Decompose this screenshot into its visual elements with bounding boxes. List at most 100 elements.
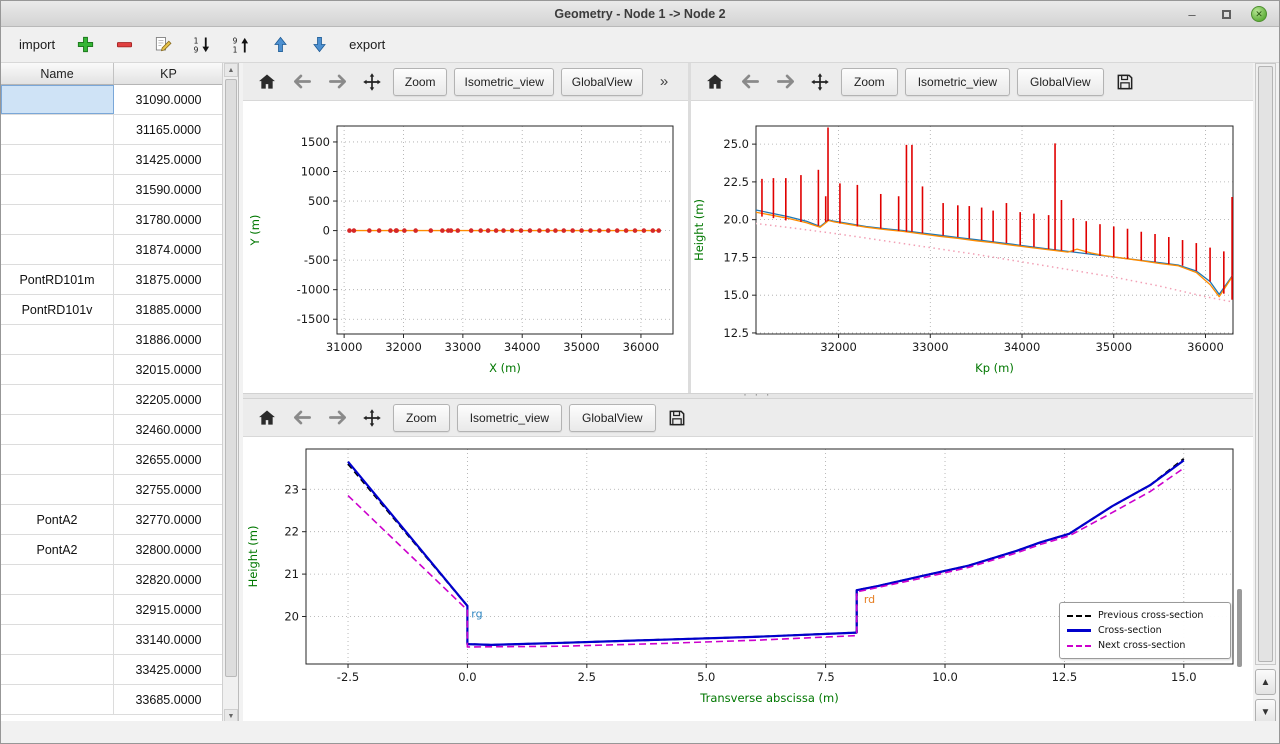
kp-cell[interactable]: 31780.0000 — [114, 205, 223, 234]
kp-cell[interactable]: 31885.0000 — [114, 295, 223, 324]
table-body: 31090.000031165.000031425.000031590.0000… — [1, 85, 223, 723]
isometric-view-button[interactable]: Isometric_view — [454, 68, 554, 96]
minimize-button[interactable]: – — [1183, 5, 1201, 23]
name-cell[interactable] — [1, 625, 114, 654]
name-cell[interactable] — [1, 475, 114, 504]
name-cell[interactable]: PontA2 — [1, 505, 114, 534]
svg-text:35000: 35000 — [1095, 340, 1132, 354]
table-row: 32205.0000 — [1, 385, 223, 415]
window-scrollbar-thumb[interactable] — [1258, 66, 1273, 662]
table-scrollbar-thumb[interactable] — [225, 79, 237, 677]
global-view-button[interactable]: GlobalView — [569, 404, 655, 432]
window-scrollbar[interactable]: ▲ ▼ — [1255, 63, 1276, 723]
svg-text:7.5: 7.5 — [816, 670, 834, 684]
name-cell[interactable] — [1, 325, 114, 354]
kp-cell[interactable]: 32655.0000 — [114, 445, 223, 474]
kp-cell[interactable]: 32770.0000 — [114, 505, 223, 534]
main-toolbar: import export — [1, 27, 1279, 63]
home-button[interactable] — [701, 68, 729, 96]
name-cell[interactable] — [1, 115, 114, 144]
edit-row-button[interactable] — [150, 32, 176, 58]
kp-cell[interactable]: 31165.0000 — [114, 115, 223, 144]
close-button[interactable]: ✕ — [1251, 6, 1267, 22]
name-cell[interactable]: PontA2 — [1, 535, 114, 564]
zoom-button[interactable]: Zoom — [393, 68, 447, 96]
column-header-kp[interactable]: KP — [114, 63, 223, 84]
kp-cell[interactable]: 31090.0000 — [114, 85, 223, 114]
horizontal-splitter[interactable] — [243, 393, 1253, 399]
toolbar-overflow-button[interactable]: » — [650, 68, 678, 96]
kp-cell[interactable]: 32755.0000 — [114, 475, 223, 504]
name-cell[interactable] — [1, 145, 114, 174]
table-row: 32820.0000 — [1, 565, 223, 595]
svg-text:23: 23 — [284, 482, 299, 496]
kp-cell[interactable]: 33140.0000 — [114, 625, 223, 654]
name-cell[interactable] — [1, 655, 114, 684]
sort-ascending-button[interactable] — [228, 32, 254, 58]
isometric-view-button[interactable]: Isometric_view — [905, 68, 1010, 96]
kp-cell[interactable]: 32205.0000 — [114, 385, 223, 414]
column-header-name[interactable]: Name — [1, 63, 114, 84]
home-button[interactable] — [253, 68, 281, 96]
name-cell[interactable] — [1, 445, 114, 474]
kp-cell[interactable]: 33685.0000 — [114, 685, 223, 714]
maximize-button[interactable] — [1217, 5, 1235, 23]
kp-cell[interactable]: 32800.0000 — [114, 535, 223, 564]
pan-button[interactable] — [806, 68, 834, 96]
name-cell[interactable] — [1, 85, 114, 114]
svg-text:Height (m): Height (m) — [692, 199, 706, 261]
forward-button[interactable] — [771, 68, 799, 96]
move-down-button[interactable] — [306, 32, 332, 58]
kp-cell[interactable]: 31875.0000 — [114, 265, 223, 294]
kp-cell[interactable]: 31874.0000 — [114, 235, 223, 264]
name-cell[interactable] — [1, 175, 114, 204]
name-cell[interactable]: PontRD101m — [1, 265, 114, 294]
kp-cell[interactable]: 31886.0000 — [114, 325, 223, 354]
import-button[interactable]: import — [15, 35, 59, 54]
kp-cell[interactable]: 31425.0000 — [114, 145, 223, 174]
isometric-view-button[interactable]: Isometric_view — [457, 404, 562, 432]
back-button[interactable] — [288, 68, 316, 96]
pan-button[interactable] — [358, 404, 386, 432]
bottom-pane-scrollbar[interactable] — [1237, 589, 1242, 667]
sort-descending-button[interactable] — [189, 32, 215, 58]
name-cell[interactable] — [1, 355, 114, 384]
name-cell[interactable]: PontRD101v — [1, 295, 114, 324]
name-cell[interactable] — [1, 205, 114, 234]
global-view-button[interactable]: GlobalView — [561, 68, 643, 96]
save-figure-button[interactable] — [663, 404, 691, 432]
name-cell[interactable] — [1, 235, 114, 264]
kp-cell[interactable]: 32460.0000 — [114, 415, 223, 444]
zoom-button[interactable]: Zoom — [393, 404, 450, 432]
move-up-button[interactable] — [267, 32, 293, 58]
kp-cell[interactable]: 32915.0000 — [114, 595, 223, 624]
add-row-button[interactable] — [72, 32, 98, 58]
name-cell[interactable] — [1, 685, 114, 714]
forward-button[interactable] — [323, 68, 351, 96]
window-scrollbar-track[interactable] — [1255, 63, 1276, 665]
scroll-up-icon[interactable]: ▲ — [224, 63, 238, 77]
kp-cell[interactable]: 32015.0000 — [114, 355, 223, 384]
save-figure-button[interactable] — [1111, 68, 1139, 96]
table-row: 32460.0000 — [1, 415, 223, 445]
global-view-button[interactable]: GlobalView — [1017, 68, 1103, 96]
name-cell[interactable] — [1, 385, 114, 414]
legend-label: Previous cross-section — [1098, 610, 1203, 621]
remove-row-button[interactable] — [111, 32, 137, 58]
back-arrow-icon — [741, 72, 760, 91]
back-button[interactable] — [288, 404, 316, 432]
scroll-up-button[interactable]: ▲ — [1255, 669, 1276, 695]
back-button[interactable] — [736, 68, 764, 96]
kp-cell[interactable]: 32820.0000 — [114, 565, 223, 594]
export-button[interactable]: export — [345, 35, 389, 54]
home-button[interactable] — [253, 404, 281, 432]
name-cell[interactable] — [1, 415, 114, 444]
forward-button[interactable] — [323, 404, 351, 432]
name-cell[interactable] — [1, 565, 114, 594]
name-cell[interactable] — [1, 595, 114, 624]
table-scrollbar[interactable]: ▲ ▼ — [222, 63, 238, 723]
zoom-button[interactable]: Zoom — [841, 68, 898, 96]
kp-cell[interactable]: 33425.0000 — [114, 655, 223, 684]
kp-cell[interactable]: 31590.0000 — [114, 175, 223, 204]
pan-button[interactable] — [358, 68, 386, 96]
